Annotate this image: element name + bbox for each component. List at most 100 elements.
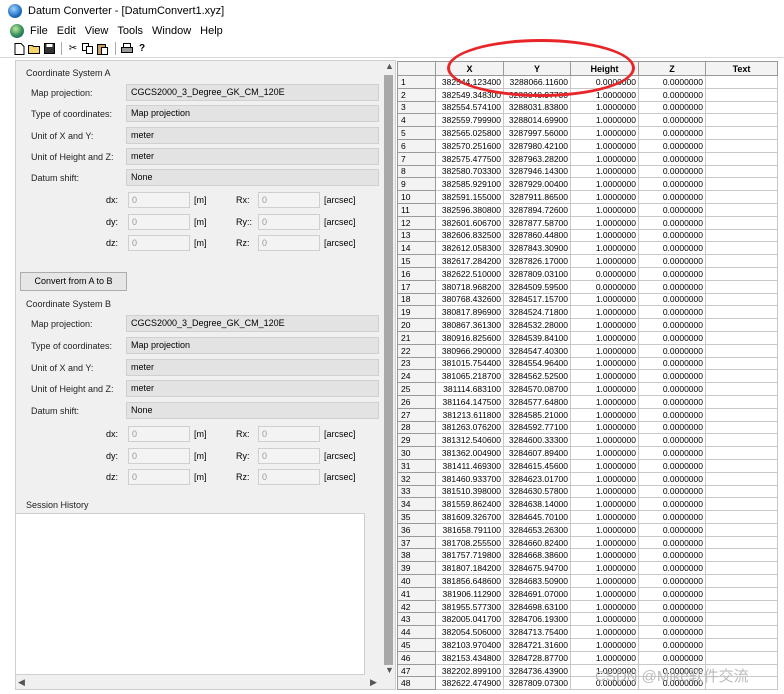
- row-number[interactable]: 23: [397, 356, 436, 371]
- menu-help[interactable]: Help: [200, 25, 223, 37]
- menu-edit[interactable]: Edit: [57, 25, 76, 37]
- table-cell[interactable]: 1.0000000: [570, 574, 639, 588]
- table-cell[interactable]: 382565.025800: [435, 126, 504, 140]
- table-cell[interactable]: [705, 151, 778, 166]
- table-row[interactable]: 3 382554.574100 3288031.83800 1.0000000 0.00…: [397, 100, 778, 115]
- table-cell[interactable]: 1.0000000: [570, 382, 639, 396]
- table-cell[interactable]: 0.0000000: [638, 190, 706, 204]
- table-cell[interactable]: [705, 138, 778, 153]
- table-cell[interactable]: 382054.506000: [435, 625, 504, 640]
- table-cell[interactable]: 0.0000000: [638, 650, 706, 665]
- table-cell[interactable]: [705, 599, 778, 614]
- menu-tools[interactable]: Tools: [117, 25, 143, 37]
- table-cell[interactable]: 381263.076200: [435, 420, 504, 435]
- table-row[interactable]: 46 382153.434800 3284728.87700 1.0000000 0.0…: [397, 650, 778, 665]
- table-cell[interactable]: 3284653.26300: [503, 522, 571, 537]
- table-cell[interactable]: [705, 305, 778, 320]
- row-number[interactable]: 47: [397, 663, 436, 678]
- table-cell[interactable]: 382575.477500: [435, 151, 504, 166]
- table-cell[interactable]: 1.0000000: [570, 254, 639, 268]
- table-cell[interactable]: 382617.284200: [435, 254, 504, 268]
- table-cell[interactable]: 3284675.94700: [503, 561, 571, 576]
- table-row[interactable]: 22 380966.290000 3284547.40300 1.0000000 0.0…: [397, 343, 778, 358]
- row-number[interactable]: 26: [397, 394, 436, 409]
- table-cell[interactable]: 0.0000000: [638, 522, 706, 537]
- table-cell[interactable]: [705, 446, 778, 460]
- column-header-z[interactable]: Z: [638, 61, 706, 76]
- table-cell[interactable]: 1.0000000: [570, 407, 639, 422]
- rz-field-b[interactable]: 0: [258, 469, 320, 485]
- table-cell[interactable]: 1.0000000: [570, 190, 639, 204]
- table-cell[interactable]: [705, 510, 778, 524]
- table-cell[interactable]: [705, 343, 778, 358]
- save-icon[interactable]: [42, 42, 56, 56]
- table-cell[interactable]: 0.0000000: [638, 394, 706, 409]
- row-number[interactable]: 13: [397, 228, 436, 243]
- table-cell[interactable]: 1.0000000: [570, 497, 639, 512]
- table-cell[interactable]: 1.0000000: [570, 228, 639, 243]
- table-cell[interactable]: 3287877.58700: [503, 215, 571, 230]
- table-cell[interactable]: 381065.218700: [435, 369, 504, 384]
- table-cell[interactable]: 0.0000000: [638, 177, 706, 192]
- table-cell[interactable]: 0.0000000: [638, 497, 706, 512]
- table-cell[interactable]: 1.0000000: [570, 164, 639, 179]
- table-row[interactable]: 5 382565.025800 3287997.56000 1.0000000 0.00…: [397, 126, 778, 140]
- table-cell[interactable]: 382606.832500: [435, 228, 504, 243]
- table-cell[interactable]: 1.0000000: [570, 318, 639, 332]
- table-cell[interactable]: 1.0000000: [570, 638, 639, 652]
- table-cell[interactable]: [705, 266, 778, 281]
- new-icon[interactable]: [12, 42, 26, 56]
- row-number[interactable]: 20: [397, 318, 436, 332]
- table-cell[interactable]: 381856.648600: [435, 574, 504, 588]
- table-row[interactable]: 16 382622.510000 3287809.03100 0.0000000 0.0…: [397, 266, 778, 281]
- table-cell[interactable]: 3287911.86500: [503, 190, 571, 204]
- table-cell[interactable]: 381559.862400: [435, 497, 504, 512]
- table-cell[interactable]: 382601.606700: [435, 215, 504, 230]
- table-cell[interactable]: 0.0000000: [638, 586, 706, 601]
- row-number[interactable]: 18: [397, 292, 436, 307]
- row-number[interactable]: 24: [397, 369, 436, 384]
- table-cell[interactable]: [705, 638, 778, 652]
- table-cell[interactable]: 3284623.01700: [503, 471, 571, 486]
- table-cell[interactable]: 3284592.77100: [503, 420, 571, 435]
- table-cell[interactable]: [705, 190, 778, 204]
- table-cell[interactable]: 382622.474900: [435, 676, 504, 691]
- table-cell[interactable]: [705, 356, 778, 371]
- table-cell[interactable]: 1.0000000: [570, 650, 639, 665]
- table-row[interactable]: 41 381906.112900 3284691.07000 1.0000000 0.0…: [397, 586, 778, 601]
- table-cell[interactable]: 1.0000000: [570, 612, 639, 627]
- table-cell[interactable]: 3284660.82400: [503, 535, 571, 550]
- table-cell[interactable]: 0.0000000: [638, 369, 706, 384]
- table-cell[interactable]: 382554.574100: [435, 100, 504, 115]
- ry-field-a[interactable]: 0: [258, 214, 320, 230]
- table-cell[interactable]: 1.0000000: [570, 369, 639, 384]
- table-cell[interactable]: [705, 433, 778, 448]
- table-cell[interactable]: [705, 535, 778, 550]
- type-field-a[interactable]: Map projection: [126, 105, 379, 122]
- row-number[interactable]: 32: [397, 471, 436, 486]
- table-cell[interactable]: [705, 369, 778, 384]
- table-cell[interactable]: 3287809.07300: [503, 676, 571, 691]
- cut-icon[interactable]: ✂: [66, 42, 80, 56]
- table-cell[interactable]: 3288031.83800: [503, 100, 571, 115]
- table-cell[interactable]: 0.0000000: [638, 535, 706, 550]
- table-row[interactable]: 25 381114.683100 3284570.08700 1.0000000 0.0…: [397, 382, 778, 396]
- table-cell[interactable]: 0.0000000: [638, 318, 706, 332]
- table-cell[interactable]: 3284691.07000: [503, 586, 571, 601]
- table-cell[interactable]: 0.0000000: [638, 510, 706, 524]
- table-cell[interactable]: 0.0000000: [638, 241, 706, 256]
- row-number[interactable]: 12: [397, 215, 436, 230]
- table-cell[interactable]: 3284698.63100: [503, 599, 571, 614]
- datum-shift-field-a[interactable]: None: [126, 169, 379, 186]
- table-row[interactable]: 31 381411.469300 3284615.45600 1.0000000 0.0…: [397, 458, 778, 473]
- table-cell[interactable]: [705, 241, 778, 256]
- table-cell[interactable]: [705, 164, 778, 179]
- column-header-text[interactable]: Text: [705, 61, 778, 76]
- table-row[interactable]: 8 382580.703300 3287946.14300 1.0000000 0.00…: [397, 164, 778, 179]
- table-cell[interactable]: 0.0000000: [638, 471, 706, 486]
- table-cell[interactable]: [705, 279, 778, 294]
- table-cell[interactable]: 382005.041700: [435, 612, 504, 627]
- convert-a-to-b-button[interactable]: Convert from A to B: [20, 272, 127, 291]
- document-icon[interactable]: [10, 24, 24, 38]
- row-number[interactable]: 38: [397, 548, 436, 563]
